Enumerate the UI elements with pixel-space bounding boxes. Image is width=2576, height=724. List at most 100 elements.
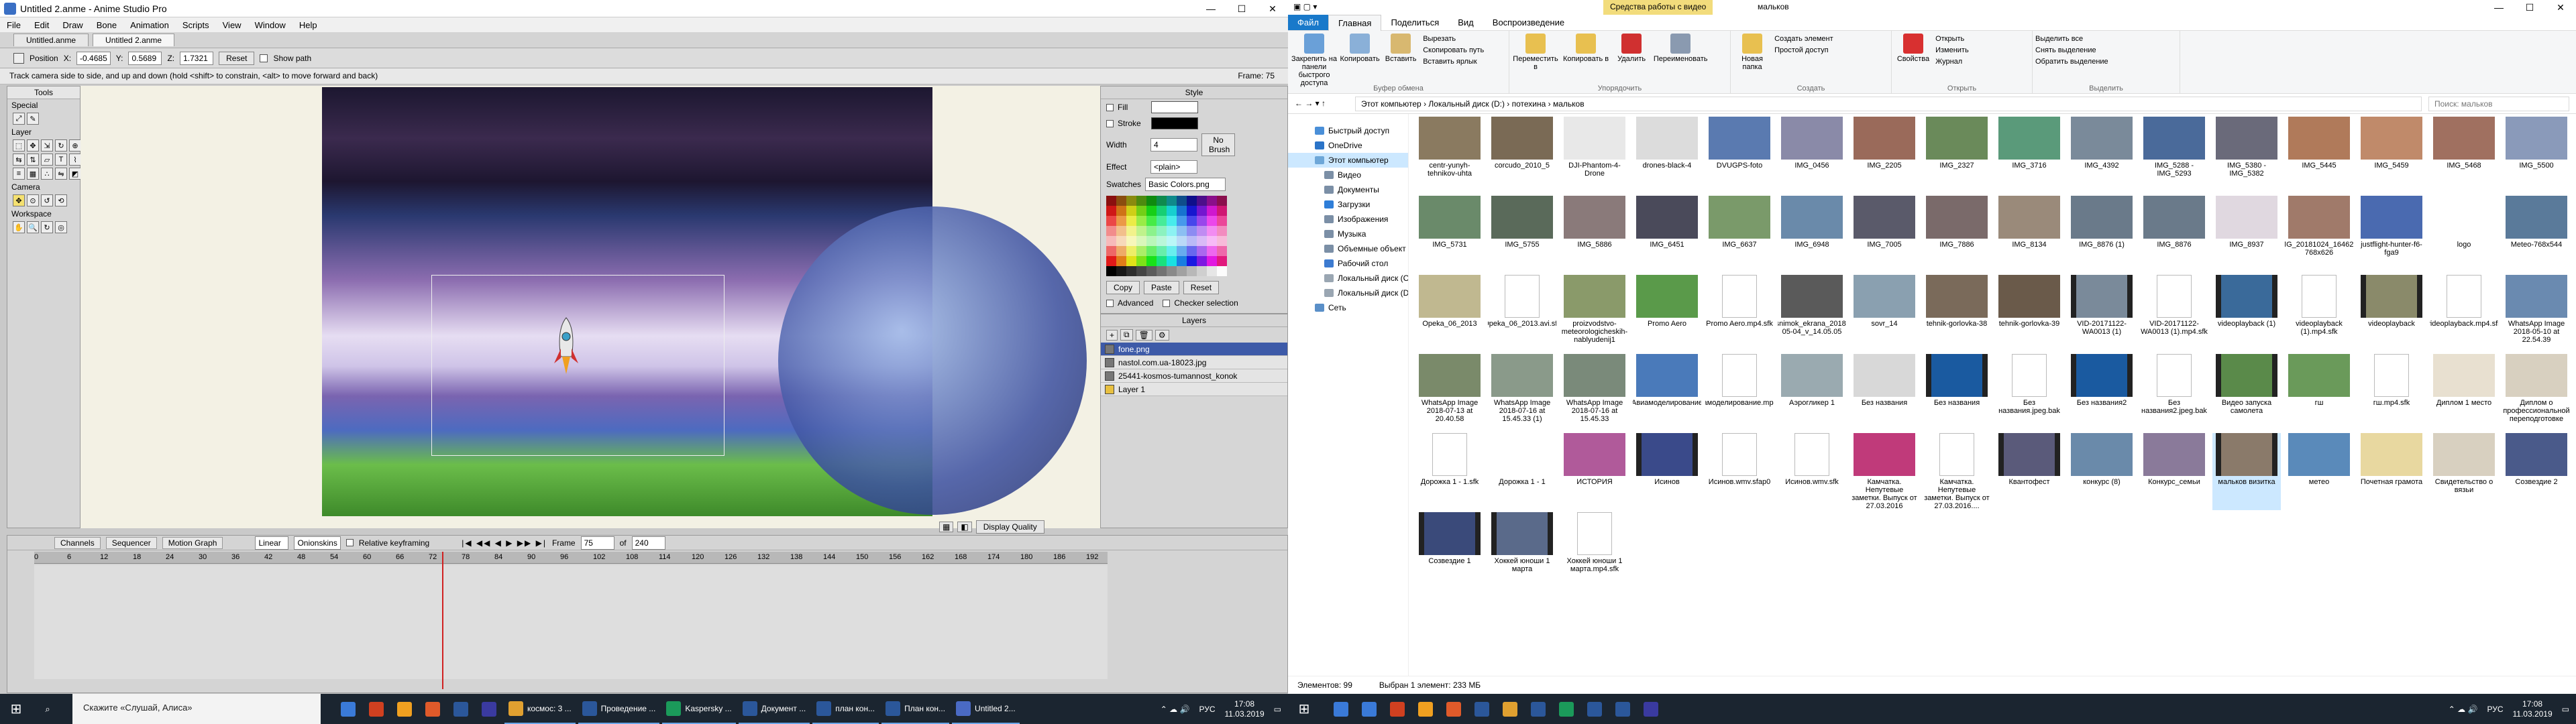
x-field[interactable]: -0.4685 [76, 51, 111, 65]
edit-button[interactable]: Изменить [1935, 45, 1969, 56]
file-item[interactable]: WhatsApp Image 2018-07-16 at 15.45.33 [1560, 354, 1629, 431]
palette-swatch[interactable] [1116, 256, 1126, 266]
rotate-workspace-icon[interactable]: ↻ [41, 221, 53, 233]
palette-swatch[interactable] [1177, 226, 1187, 236]
fill-checkbox[interactable] [1106, 103, 1114, 111]
onion-toggle-icon[interactable]: ◧ [957, 522, 972, 532]
scale-tool-icon[interactable]: ⇲ [41, 139, 53, 152]
show-path-checkbox[interactable] [260, 54, 268, 62]
file-item[interactable]: justflight-hunter-f6-fga9 [2357, 196, 2426, 273]
palette-swatch[interactable] [1157, 246, 1167, 256]
language-indicator[interactable]: РУС [1199, 705, 1215, 714]
nav-item[interactable]: Видео [1288, 168, 1408, 182]
file-item[interactable]: Аэрогликер 1 [1778, 354, 1846, 431]
frame-field[interactable]: 75 [580, 536, 614, 550]
palette-swatch[interactable] [1157, 236, 1167, 246]
palette-swatch[interactable] [1146, 196, 1157, 206]
palette-swatch[interactable] [1187, 196, 1197, 206]
palette-swatch[interactable] [1197, 226, 1207, 236]
file-item[interactable]: IMG_5468 [2430, 117, 2498, 194]
palette-swatch[interactable] [1187, 256, 1197, 266]
pinned-app-icon[interactable] [420, 694, 445, 724]
file-item[interactable]: IMG_5445 [2285, 117, 2353, 194]
taskbar-app-icon[interactable] [1385, 694, 1410, 724]
onionskins-select[interactable]: Onionskins [294, 536, 341, 550]
rotate-tool-icon[interactable]: ↻ [55, 139, 67, 152]
palette-swatch[interactable] [1197, 256, 1207, 266]
language-indicator[interactable]: РУС [2487, 705, 2503, 714]
tray-icons[interactable]: ⌃ ☁ 🔊 [1161, 705, 1190, 714]
file-item[interactable]: IMG_8876 [2140, 196, 2208, 273]
file-item[interactable]: Дорожка 1 - 1.sfk [1415, 433, 1484, 510]
file-item[interactable]: Promo Aero [1633, 275, 1701, 352]
pinned-app-icon[interactable] [392, 694, 417, 724]
reset-button[interactable]: Reset [219, 51, 255, 65]
set-origin-tool-icon[interactable]: ⊕ [69, 139, 81, 152]
file-item[interactable]: IMG_3716 [1995, 117, 2063, 194]
file-item[interactable]: videoplayback (1) [2212, 275, 2281, 352]
file-item[interactable]: Исинов [1633, 433, 1701, 510]
palette-swatch[interactable] [1167, 256, 1177, 266]
palette-swatch[interactable] [1217, 196, 1227, 206]
timeline-ruler[interactable]: 0 6 12 18 24 30 36 42 48 54 60 66 72 78 84 90 96 102 108 11… [34, 552, 1108, 564]
tab-motion-graph[interactable]: Motion Graph [162, 536, 223, 549]
file-item[interactable]: Без названия [1923, 354, 1991, 431]
windows-start-icon[interactable]: ⊞ [0, 694, 32, 724]
reset-style-button[interactable]: Reset [1183, 281, 1220, 294]
palette-swatch[interactable] [1217, 266, 1227, 276]
taskbar-app-button[interactable]: Документ ... [738, 694, 810, 724]
file-item[interactable]: proizvodstvo-meteorologicheskih-nablyude… [1560, 275, 1629, 352]
file-item[interactable]: Камчатка. Непутевые заметки. Выпуск от 2… [1923, 433, 1991, 510]
palette-swatch[interactable] [1106, 216, 1116, 226]
y-field[interactable]: 0.5689 [128, 51, 162, 65]
pinned-app-icon[interactable] [335, 694, 361, 724]
taskbar-app-icon[interactable] [1582, 694, 1607, 724]
minimize-button[interactable]: — [2483, 0, 2514, 15]
new-layer-icon[interactable]: + [1106, 329, 1118, 341]
file-item[interactable]: Диплом 1 место [2430, 354, 2498, 431]
file-item[interactable]: centr-yunyh-tehnikov-uhta [1415, 117, 1484, 194]
grid-toggle-icon[interactable]: ▦ [939, 522, 954, 532]
menu-animation[interactable]: Animation [123, 18, 176, 32]
palette-swatch[interactable] [1146, 216, 1157, 226]
file-item[interactable]: Квантофест [1995, 433, 2063, 510]
nav-item[interactable]: Быстрый доступ [1288, 123, 1408, 138]
close-button[interactable]: ✕ [1257, 0, 1288, 17]
file-item[interactable]: Исинов.wmv.sfk [1778, 433, 1846, 510]
palette-swatch[interactable] [1217, 236, 1227, 246]
palette-swatch[interactable] [1126, 246, 1136, 256]
file-item[interactable]: Видео запуска самолета [2212, 354, 2281, 431]
palette-swatch[interactable] [1207, 236, 1217, 246]
total-frames-field[interactable]: 240 [631, 536, 665, 550]
palette-swatch[interactable] [1217, 206, 1227, 216]
palette-swatch[interactable] [1187, 206, 1197, 216]
file-item[interactable]: IMG_2205 [1850, 117, 1919, 194]
timeline-tracks[interactable] [34, 565, 1108, 679]
palette-swatch[interactable] [1126, 216, 1136, 226]
pan-workspace-icon[interactable]: ✋ [13, 221, 25, 233]
transform-tool-icon[interactable]: ⤢ [13, 113, 25, 125]
palette-swatch[interactable] [1116, 216, 1126, 226]
file-item[interactable]: IMG_5459 [2357, 117, 2426, 194]
layer-settings-icon[interactable]: ⚙ [1155, 329, 1169, 341]
taskbar-app-icon[interactable] [1610, 694, 1635, 724]
advanced-checkbox[interactable] [1106, 299, 1114, 307]
file-item[interactable]: logo [2430, 196, 2498, 273]
menu-draw[interactable]: Draw [56, 18, 89, 32]
menu-help[interactable]: Help [292, 18, 324, 32]
menu-bone[interactable]: Bone [90, 18, 123, 32]
file-item[interactable]: Почетная грамота [2357, 433, 2426, 510]
palette-swatch[interactable] [1146, 206, 1157, 216]
taskbar-app-button[interactable]: космос: 3 ... [504, 694, 576, 724]
palette-swatch[interactable] [1116, 196, 1126, 206]
pinned-app-icon[interactable] [448, 694, 474, 724]
pinned-app-icon[interactable] [476, 694, 502, 724]
layer-row[interactable]: Layer 1 [1101, 383, 1287, 396]
tab-channels[interactable]: Channels [54, 536, 101, 549]
palette-swatch[interactable] [1146, 266, 1157, 276]
file-item[interactable]: tehnik-gorlovka-38 [1923, 275, 1991, 352]
palette-swatch[interactable] [1157, 196, 1167, 206]
palette-swatch[interactable] [1116, 266, 1126, 276]
palette-swatch[interactable] [1207, 266, 1217, 276]
menu-view[interactable]: View [216, 18, 248, 32]
